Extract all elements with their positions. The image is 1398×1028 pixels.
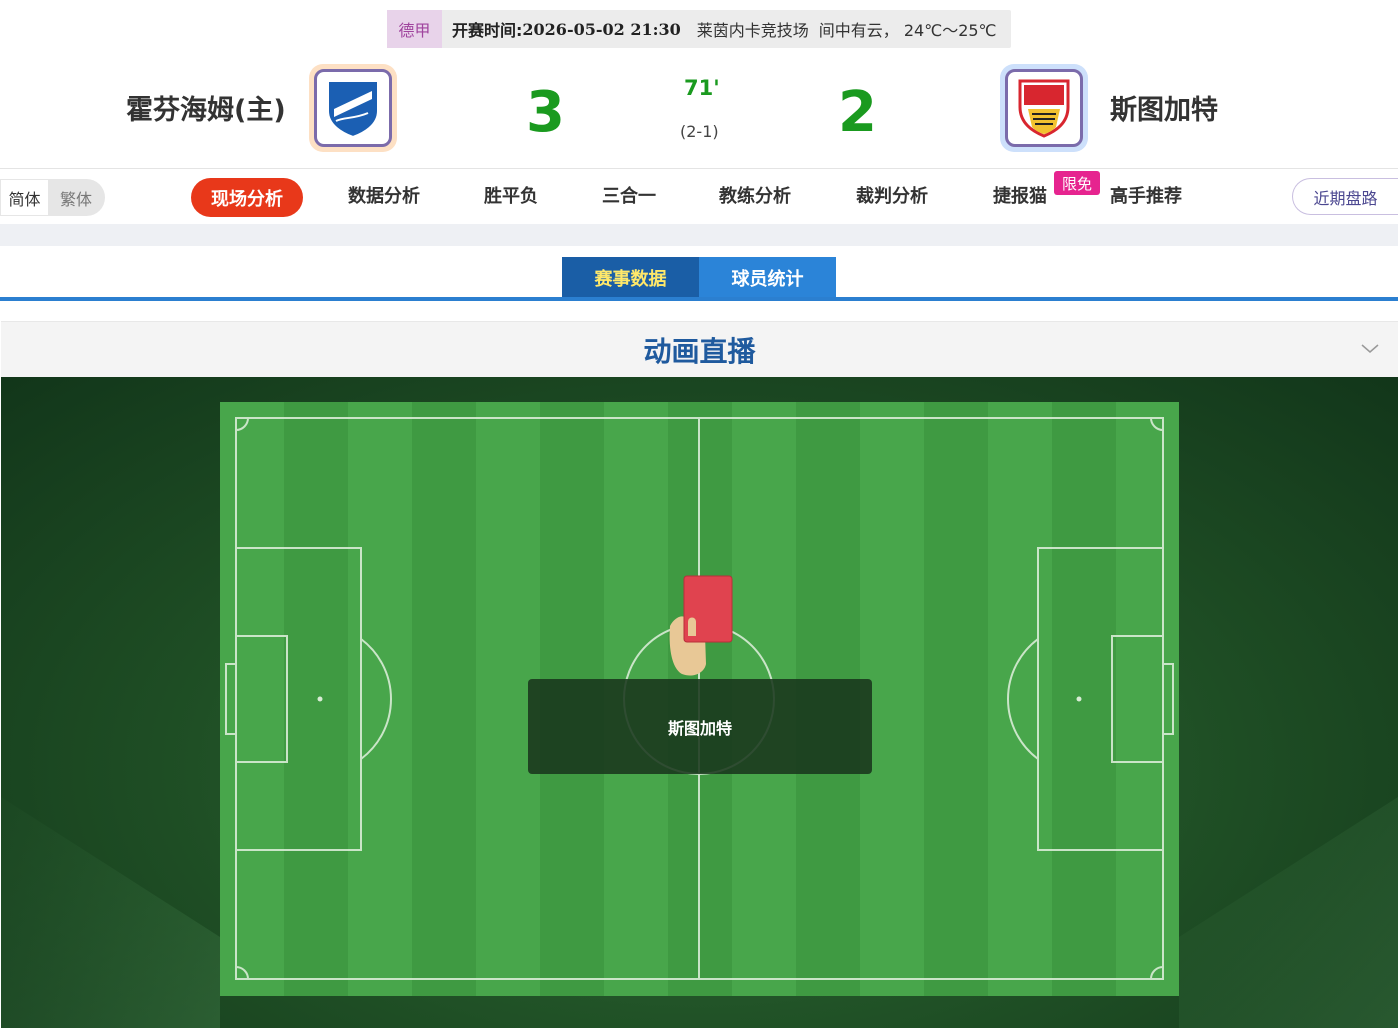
recent-trend-button[interactable]: 近期盘路 — [1292, 178, 1398, 215]
away-team-name[interactable]: 斯图加特 — [1110, 88, 1218, 127]
tab-match-data[interactable]: 赛事数据 — [562, 257, 699, 298]
away-team-logo[interactable] — [1000, 64, 1088, 152]
kickoff-time: 2026-05-02 21:30 — [522, 19, 681, 39]
hoffenheim-crest-icon — [327, 80, 379, 139]
nav-three-in-one[interactable]: 三合一 — [602, 182, 656, 208]
stuttgart-crest-icon — [1018, 79, 1070, 138]
nav-expert-picks[interactable]: 高手推荐 — [1110, 182, 1182, 208]
home-team-name[interactable]: 霍芬海姆(主) — [126, 88, 286, 127]
live-animation-title: 动画直播 — [643, 334, 756, 368]
away-score: 2 — [838, 80, 877, 145]
chevron-down-icon[interactable] — [1360, 338, 1380, 358]
free-badge: 限免 — [1054, 171, 1100, 195]
nav-referee-analysis[interactable]: 裁判分析 — [856, 182, 928, 208]
home-score: 3 — [526, 80, 565, 145]
tab-underline — [0, 297, 1398, 301]
red-card-icon — [669, 575, 733, 676]
nav-coach-analysis[interactable]: 教练分析 — [719, 182, 791, 208]
kickoff-label: 开赛时间: — [452, 21, 523, 40]
nav-win-draw-lose[interactable]: 胜平负 — [484, 182, 538, 208]
match-minute: 71' — [684, 76, 720, 100]
tab-player-stats[interactable]: 球员统计 — [699, 257, 836, 298]
halftime-score: (2-1) — [680, 122, 719, 141]
weather: 间中有云， 24℃～25℃ — [818, 21, 997, 40]
nav-live-analysis[interactable]: 现场分析 — [191, 178, 303, 217]
divider-strip — [0, 224, 1398, 246]
lang-simplified-button[interactable]: 简体 — [0, 179, 49, 216]
home-team-logo[interactable] — [309, 64, 397, 152]
nav-data-analysis[interactable]: 数据分析 — [348, 182, 420, 208]
league-badge[interactable]: 德甲 — [387, 10, 442, 48]
nav-jiebaomao[interactable]: 捷报猫 — [993, 182, 1047, 208]
sub-tabs: 赛事数据 球员统计 — [562, 257, 836, 298]
analysis-nav: 简体 繁体 现场分析 数据分析 胜平负 三合一 教练分析 裁判分析 捷报猫 限免… — [0, 168, 1398, 224]
match-info-bar: 德甲 开赛时间: 2026-05-02 21:30 莱茵内卡竞技场 间中有云， … — [387, 10, 1011, 48]
venue: 莱茵内卡竞技场 — [696, 21, 809, 40]
live-animation-header[interactable]: 动画直播 — [1, 321, 1398, 377]
language-toggle: 简体 繁体 — [0, 179, 105, 216]
lang-traditional-button[interactable]: 繁体 — [49, 186, 92, 210]
event-team-name: 斯图加特 — [667, 718, 732, 738]
event-overlay: 斯图加特 — [528, 679, 872, 774]
